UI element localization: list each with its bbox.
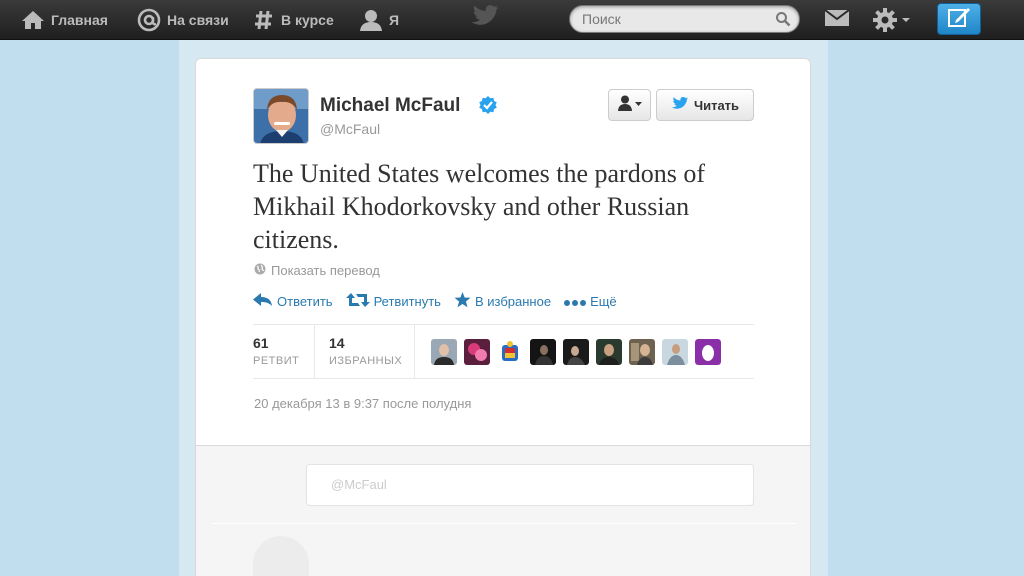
tweet-timestamp[interactable]: 20 декабря 13 в 9:37 после полудня [254, 396, 471, 411]
user-actions-dropdown-button[interactable] [608, 89, 651, 121]
author-name[interactable]: Michael McFaul [320, 95, 460, 117]
favoriter-avatar[interactable] [662, 339, 688, 365]
reply-section: @McFaul [195, 446, 811, 576]
favoriter-avatar[interactable] [497, 339, 523, 365]
author-handle[interactable]: @McFaul [320, 121, 380, 137]
search-box [569, 5, 800, 33]
favorites-label: ИЗБРАННЫХ [329, 355, 403, 367]
favoriter-avatar-egg[interactable] [695, 339, 721, 365]
reply-input[interactable]: @McFaul [306, 464, 754, 506]
nav-home-label: Главная [51, 12, 108, 28]
twitter-bird-logo[interactable] [470, 4, 500, 33]
globe-icon [254, 263, 271, 278]
tweet-text: The United States welcomes the pardons o… [253, 159, 705, 254]
compose-tweet-button[interactable] [937, 3, 981, 35]
favorites-count: 14 [329, 335, 345, 351]
nav-discover[interactable]: В курсе [253, 0, 334, 40]
retweet-label: Ретвитнуть [373, 293, 441, 309]
nav-me-label: Я [389, 12, 400, 28]
top-navigation-bar: Главная На связи В курсе Я [0, 0, 1024, 40]
nav-connect[interactable]: На связи [137, 0, 229, 40]
divider [212, 523, 796, 524]
more-action[interactable]: Ещё [564, 294, 617, 309]
verified-badge-icon [479, 96, 497, 119]
favoriter-avatar[interactable] [563, 339, 589, 365]
nav-discover-label: В курсе [281, 12, 334, 28]
favoriter-avatar[interactable] [629, 339, 655, 365]
favoriter-avatar[interactable] [464, 339, 490, 365]
more-dots-icon [564, 294, 590, 309]
tweet-actions: Ответить Ретвитнуть В избранное Ещё [253, 291, 630, 311]
search-icon[interactable] [775, 11, 791, 32]
messages-envelope-icon[interactable] [824, 8, 850, 33]
favoriter-avatar[interactable] [431, 339, 457, 365]
nav-home[interactable]: Главная [21, 0, 108, 40]
retweets-label: РЕТВИТ [253, 355, 300, 367]
follow-button[interactable]: Читать [656, 89, 754, 121]
favorites-stat[interactable]: 14 ИЗБРАННЫХ [315, 325, 415, 378]
retweet-action[interactable]: Ретвитнуть [345, 292, 441, 310]
home-icon [21, 10, 45, 30]
at-sign-icon [137, 8, 161, 32]
retweets-count: 61 [253, 335, 269, 351]
tweet-permalink-card: Michael McFaul @McFaul Читать The United… [195, 58, 811, 446]
reply-icon [253, 292, 277, 310]
settings-gear-icon[interactable] [872, 7, 911, 33]
search-input[interactable] [582, 6, 762, 32]
reply-label: Ответить [277, 293, 333, 309]
reply-action[interactable]: Ответить [253, 292, 333, 310]
favoriter-avatar[interactable] [530, 339, 556, 365]
favoriter-avatar[interactable] [596, 339, 622, 365]
compose-pencil-icon [947, 6, 971, 33]
reply-user-avatar [253, 536, 309, 576]
nav-connect-label: На связи [167, 12, 229, 28]
favorite-label: В избранное [474, 293, 552, 309]
hashtag-icon [253, 9, 275, 31]
show-translation-label: Показать перевод [271, 263, 380, 278]
favorite-action[interactable]: В избранное [454, 291, 552, 311]
show-translation-link[interactable]: Показать перевод [254, 263, 380, 278]
tweet-stats: 61 РЕТВИТ 14 ИЗБРАННЫХ [253, 324, 754, 379]
twitter-bird-icon [671, 96, 694, 114]
person-icon [359, 9, 383, 31]
author-avatar[interactable] [253, 88, 309, 144]
more-label: Ещё [590, 293, 617, 309]
star-icon [454, 291, 475, 311]
follow-button-label: Читать [693, 97, 740, 113]
retweet-icon [345, 292, 374, 310]
favoriter-avatars [431, 339, 728, 365]
user-dropdown-icon [617, 95, 643, 116]
nav-me[interactable]: Я [359, 0, 399, 40]
reply-placeholder: @McFaul [331, 477, 387, 492]
retweets-stat[interactable]: 61 РЕТВИТ [253, 325, 315, 378]
